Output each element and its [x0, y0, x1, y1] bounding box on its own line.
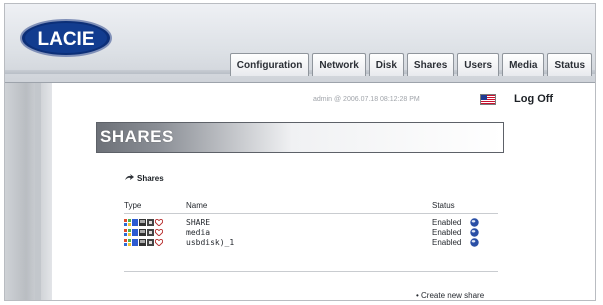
share-name[interactable]: usbdisk)_1: [186, 238, 234, 247]
page-title-box: SHARES: [96, 122, 504, 153]
page-title: SHARES: [100, 127, 174, 146]
windows-icon: [124, 239, 131, 246]
mac-icon: [132, 229, 138, 236]
share-status: Enabled: [432, 218, 462, 227]
table-row: usbdisk)_1 Enabled: [124, 238, 498, 248]
share-name[interactable]: media: [186, 228, 210, 237]
http-icon: [147, 239, 154, 246]
share-status: Enabled: [432, 238, 462, 247]
logo-text: LACIE: [38, 29, 95, 50]
windows-icon: [124, 229, 131, 236]
session-info: admin @ 2006.07.18 08:12:28 PM: [313, 96, 420, 103]
col-type: Type: [124, 201, 142, 210]
tab-status[interactable]: Status: [547, 53, 592, 76]
table-row: media Enabled: [124, 228, 498, 238]
tab-users[interactable]: Users: [457, 53, 500, 76]
heart-icon: [155, 229, 163, 236]
create-new-share-link[interactable]: • Create new share: [416, 291, 484, 300]
shares-icon: [125, 174, 134, 180]
ftp-icon: [139, 219, 146, 226]
http-icon: [147, 229, 154, 236]
tab-shares[interactable]: Shares: [406, 53, 455, 76]
lacie-logo: LACIE: [20, 19, 112, 57]
globe-icon[interactable]: [470, 218, 479, 227]
tab-media[interactable]: Media: [502, 53, 545, 76]
http-icon: [147, 219, 154, 226]
table-row: SHARE Enabled: [124, 218, 498, 228]
heart-icon: [155, 239, 163, 246]
mac-icon: [132, 219, 138, 226]
header-divider: [124, 213, 498, 214]
left-sidebar-groove: [35, 83, 41, 300]
col-status: Status: [432, 201, 455, 210]
table-footer-divider: [124, 271, 498, 272]
tab-configuration[interactable]: Configuration: [229, 53, 310, 76]
share-name[interactable]: SHARE: [186, 218, 210, 227]
protocol-icons: [124, 239, 163, 246]
section-title: Shares: [137, 174, 164, 183]
tab-disk[interactable]: Disk: [368, 53, 404, 76]
protocol-icons: [124, 219, 163, 226]
mac-icon: [132, 239, 138, 246]
logoff-link[interactable]: Log Off: [514, 93, 553, 105]
language-flag-icon[interactable]: [480, 94, 496, 105]
left-sidebar: [5, 83, 52, 300]
header-bar: LACIE Configuration Network Disk Shares …: [5, 4, 595, 83]
col-name: Name: [186, 201, 208, 210]
app-window: LACIE Configuration Network Disk Shares …: [4, 3, 596, 301]
tab-network[interactable]: Network: [312, 53, 366, 76]
share-status: Enabled: [432, 228, 462, 237]
globe-icon[interactable]: [470, 238, 479, 247]
shares-section-header: Shares: [124, 174, 164, 183]
windows-icon: [124, 219, 131, 226]
heart-icon: [155, 219, 163, 226]
ftp-icon: [139, 229, 146, 236]
main-tabs: Configuration Network Disk Shares Users …: [229, 53, 592, 76]
ftp-icon: [139, 239, 146, 246]
globe-icon[interactable]: [470, 228, 479, 237]
protocol-icons: [124, 229, 163, 236]
